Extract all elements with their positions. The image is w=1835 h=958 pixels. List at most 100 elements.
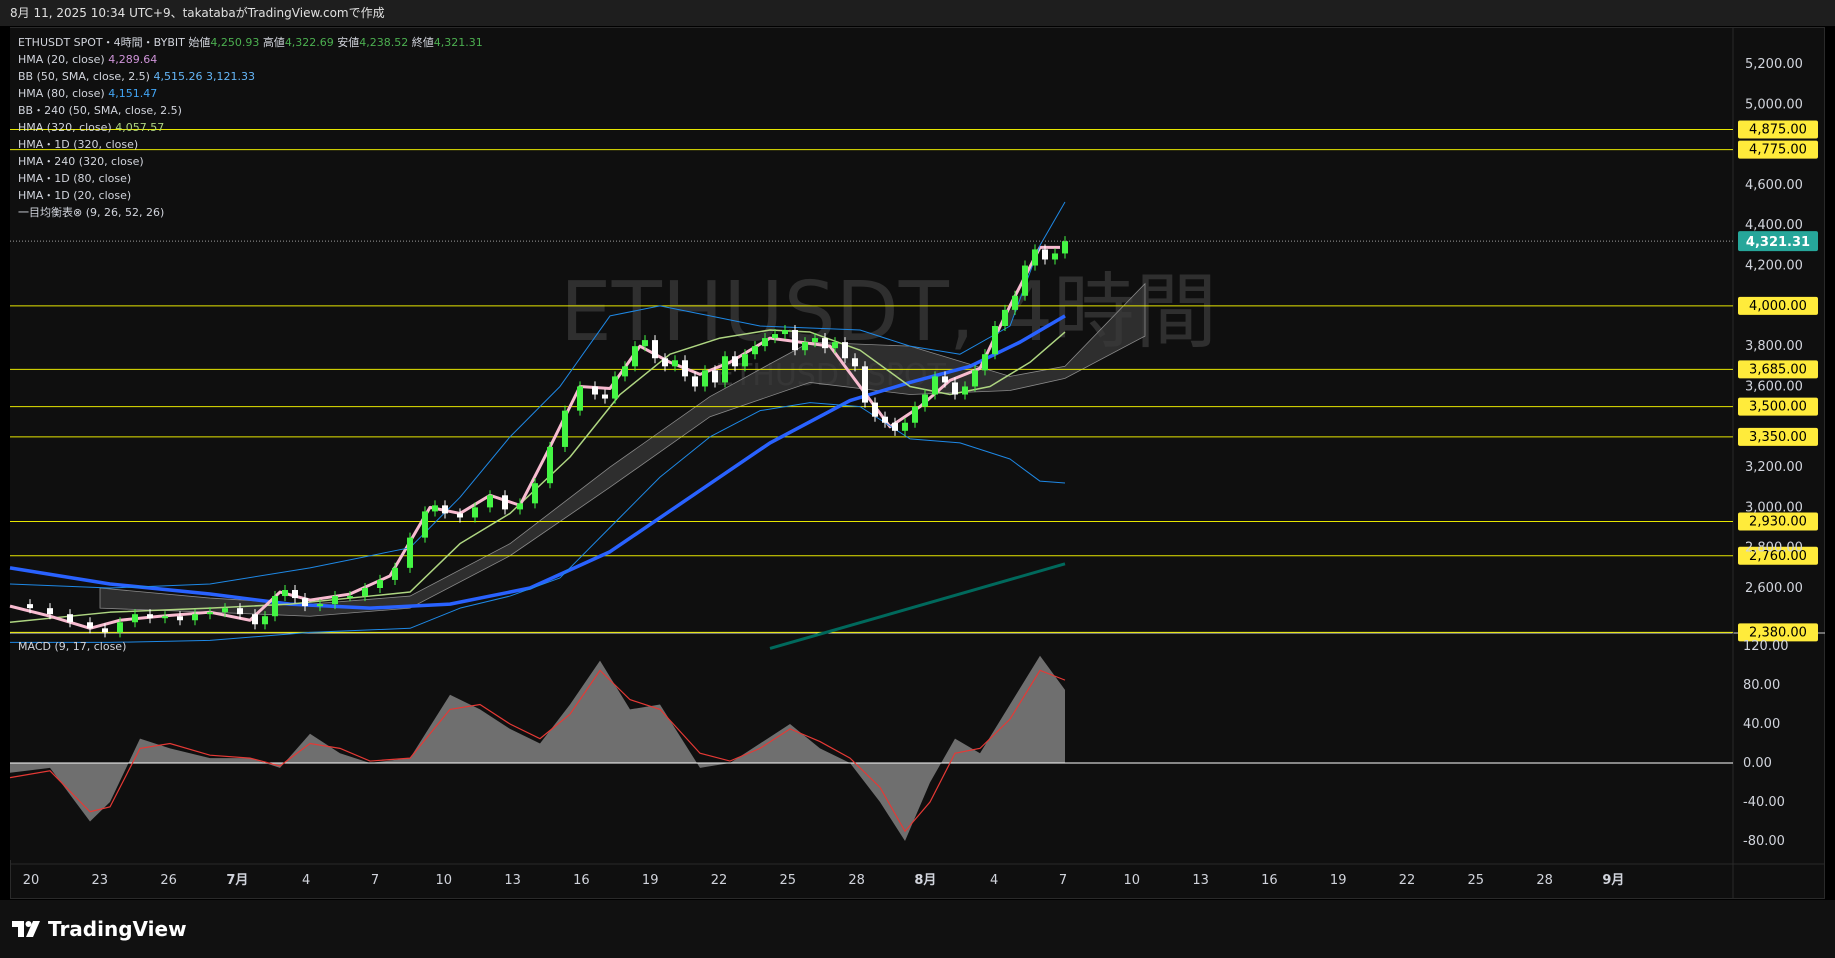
candle-body[interactable] [392, 567, 398, 580]
candle-body[interactable] [532, 483, 538, 504]
candle-body[interactable] [662, 358, 668, 367]
candle-body[interactable] [852, 358, 858, 367]
candle-body[interactable] [742, 354, 748, 367]
legend-bb240[interactable]: BB・240 (50, SMA, close, 2.5) [18, 102, 483, 119]
candle-body[interactable] [672, 360, 678, 367]
candle-body[interactable] [622, 366, 628, 377]
candle-body[interactable] [347, 596, 353, 598]
candle-body[interactable] [762, 338, 768, 347]
candle-body[interactable] [517, 503, 523, 510]
candle-body[interactable] [207, 612, 213, 615]
candle-body[interactable] [872, 402, 878, 417]
candle-body[interactable] [752, 346, 758, 355]
candle-body[interactable] [117, 622, 123, 633]
candle-body[interactable] [922, 394, 928, 407]
candle-body[interactable] [177, 616, 183, 621]
tradingview-logo[interactable]: TradingView [12, 917, 187, 941]
candle-body[interactable] [222, 608, 228, 613]
candle-body[interactable] [237, 608, 243, 615]
candle-body[interactable] [772, 334, 778, 339]
candle-body[interactable] [1002, 309, 1008, 326]
candle-body[interactable] [1032, 249, 1038, 266]
legend-hma1d320[interactable]: HMA・1D (320, close) [18, 136, 483, 153]
candle-body[interactable] [802, 342, 808, 351]
candle-body[interactable] [812, 338, 818, 343]
candle-body[interactable] [487, 495, 493, 508]
candle-body[interactable] [1022, 265, 1028, 296]
candle-body[interactable] [722, 356, 728, 383]
candle-body[interactable] [1042, 249, 1048, 260]
candle-body[interactable] [262, 616, 268, 625]
legend-ichimoku[interactable]: 一目均衡表⊗ (9, 26, 52, 26) [18, 204, 483, 221]
legend-hma320[interactable]: HMA (320, close) 4,057.57 [18, 119, 483, 136]
candle-body[interactable] [652, 340, 658, 359]
macd-legend[interactable]: MACD (9, 17, close) [18, 640, 126, 653]
candle-body[interactable] [702, 370, 708, 387]
candle-body[interactable] [862, 366, 868, 403]
candle-body[interactable] [252, 614, 258, 625]
candle-body[interactable] [102, 628, 108, 633]
candle-body[interactable] [632, 346, 638, 367]
candle-body[interactable] [962, 386, 968, 395]
candle-body[interactable] [842, 342, 848, 359]
candle-body[interactable] [882, 416, 888, 423]
candle-body[interactable] [932, 376, 938, 395]
legend-hma80[interactable]: HMA (80, close) 4,151.47 [18, 85, 483, 102]
candle-body[interactable] [407, 537, 413, 568]
candle-body[interactable] [302, 598, 308, 607]
candle-body[interactable] [592, 386, 598, 395]
candle-body[interactable] [317, 604, 323, 607]
candle-body[interactable] [332, 596, 338, 605]
candle-body[interactable] [87, 622, 93, 629]
candle-body[interactable] [972, 370, 978, 387]
candle-body[interactable] [377, 579, 383, 588]
candle-body[interactable] [162, 616, 168, 619]
candle-body[interactable] [67, 614, 73, 623]
candle-body[interactable] [902, 422, 908, 431]
legend-bb50[interactable]: BB (50, SMA, close, 2.5) 4,515.26 3,121.… [18, 68, 483, 85]
candle-body[interactable] [682, 360, 688, 377]
candle-body[interactable] [602, 394, 608, 399]
candle-body[interactable] [792, 330, 798, 351]
candle-body[interactable] [982, 354, 988, 371]
candle-body[interactable] [132, 614, 138, 623]
legend-hma1d20[interactable]: HMA・1D (20, close) [18, 187, 483, 204]
candle-body[interactable] [272, 596, 278, 617]
candle-body[interactable] [712, 370, 718, 383]
candle-body[interactable] [1012, 295, 1018, 310]
candle-body[interactable] [732, 356, 738, 367]
candle-body[interactable] [27, 604, 33, 609]
candle-body[interactable] [992, 326, 998, 355]
candle-body[interactable] [832, 342, 838, 349]
candle-body[interactable] [362, 588, 368, 597]
candle-body[interactable] [147, 614, 153, 619]
candle-body[interactable] [692, 376, 698, 387]
legend-hma20[interactable]: HMA (20, close) 4,289.64 [18, 51, 483, 68]
legend-hma240-320[interactable]: HMA・240 (320, close) [18, 153, 483, 170]
candle-body[interactable] [612, 376, 618, 399]
candle-body[interactable] [292, 590, 298, 599]
candle-body[interactable] [457, 513, 463, 518]
candle-body[interactable] [942, 376, 948, 383]
candle-body[interactable] [892, 422, 898, 431]
candle-body[interactable] [442, 505, 448, 514]
candle-body[interactable] [562, 410, 568, 447]
candle-body[interactable] [822, 338, 828, 349]
candle-body[interactable] [47, 608, 53, 615]
candle-body[interactable] [912, 406, 918, 423]
candle-body[interactable] [782, 330, 788, 335]
candle-body[interactable] [422, 511, 428, 538]
candle-body[interactable] [472, 507, 478, 518]
candle-body[interactable] [642, 340, 648, 347]
candle-body[interactable] [1052, 253, 1058, 260]
candle-body[interactable] [547, 446, 553, 484]
candle-body[interactable] [577, 386, 583, 411]
macd-pane[interactable] [10, 634, 1733, 860]
candle-body[interactable] [952, 382, 958, 395]
candle-body[interactable] [502, 495, 508, 510]
candle-body[interactable] [282, 590, 288, 597]
candle-body[interactable] [1062, 241, 1068, 254]
candle-body[interactable] [192, 614, 198, 621]
candle-body[interactable] [432, 505, 438, 512]
legend-hma1d80[interactable]: HMA・1D (80, close) [18, 170, 483, 187]
